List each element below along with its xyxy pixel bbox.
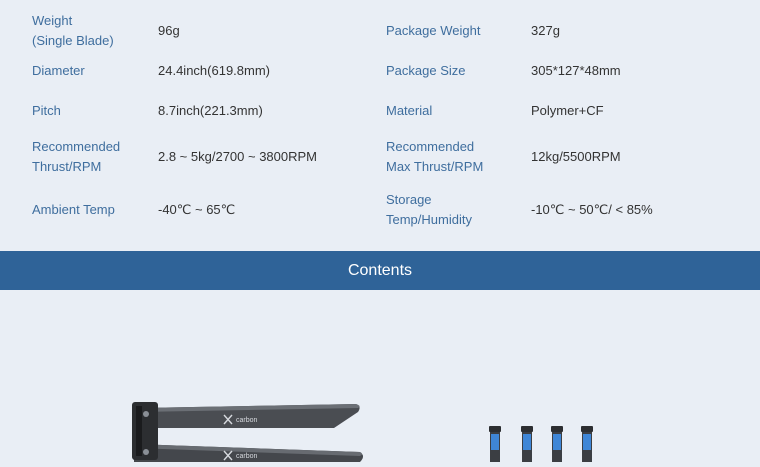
diameter-label: Diameter [32,63,85,78]
diameter-value: 24.4inch(619.8mm) [158,63,270,78]
recommended-max-thrust-label-line2: Max Thrust/RPM [386,159,484,174]
recommended-thrust-label-line2: Thrust/RPM [32,159,102,174]
propeller-blades-image: carbon carbon [124,398,374,462]
contents-section: carbon carbon [0,290,760,462]
contents-heading: Contents [0,251,760,290]
screws-image [486,424,602,462]
package-size-value: 305*127*48mm [531,63,621,78]
weight-value: 96g [158,23,180,38]
propeller-logo-text-lower: carbon [236,453,258,460]
pitch-label: Pitch [32,103,61,118]
package-weight-label: Package Weight [386,23,481,38]
spec-table: Weight (Single Blade) 96g Package Weight… [0,0,760,250]
recommended-max-thrust-label: Recommended Max Thrust/RPM [386,137,483,177]
storage-label-line2: Temp/Humidity [386,212,472,227]
weight-label: Weight (Single Blade) [32,11,114,51]
material-label: Material [386,103,433,118]
material-value: Polymer+CF [531,103,604,118]
weight-label-line1: Weight [32,13,73,28]
package-weight-value: 327g [531,23,560,38]
recommended-max-thrust-label-line1: Recommended [386,139,475,154]
storage-value: -10℃ ~ 50℃/ < 85% [531,202,653,217]
weight-label-line2: (Single Blade) [32,33,114,48]
recommended-thrust-value: 2.8 ~ 5kg/2700 ~ 3800RPM [158,149,318,164]
storage-label: Storage Temp/Humidity [386,190,472,230]
ambient-temp-label: Ambient Temp [32,202,115,217]
pitch-value: 8.7inch(221.3mm) [158,103,263,118]
recommended-thrust-label: Recommended Thrust/RPM [32,137,120,177]
package-size-label: Package Size [386,63,466,78]
recommended-max-thrust-value: 12kg/5500RPM [531,149,621,164]
recommended-thrust-label-line1: Recommended [32,139,121,154]
ambient-temp-value: -40℃ ~ 65℃ [158,202,236,217]
storage-label-line1: Storage [386,192,432,207]
propeller-logo-text: carbon [236,417,258,424]
